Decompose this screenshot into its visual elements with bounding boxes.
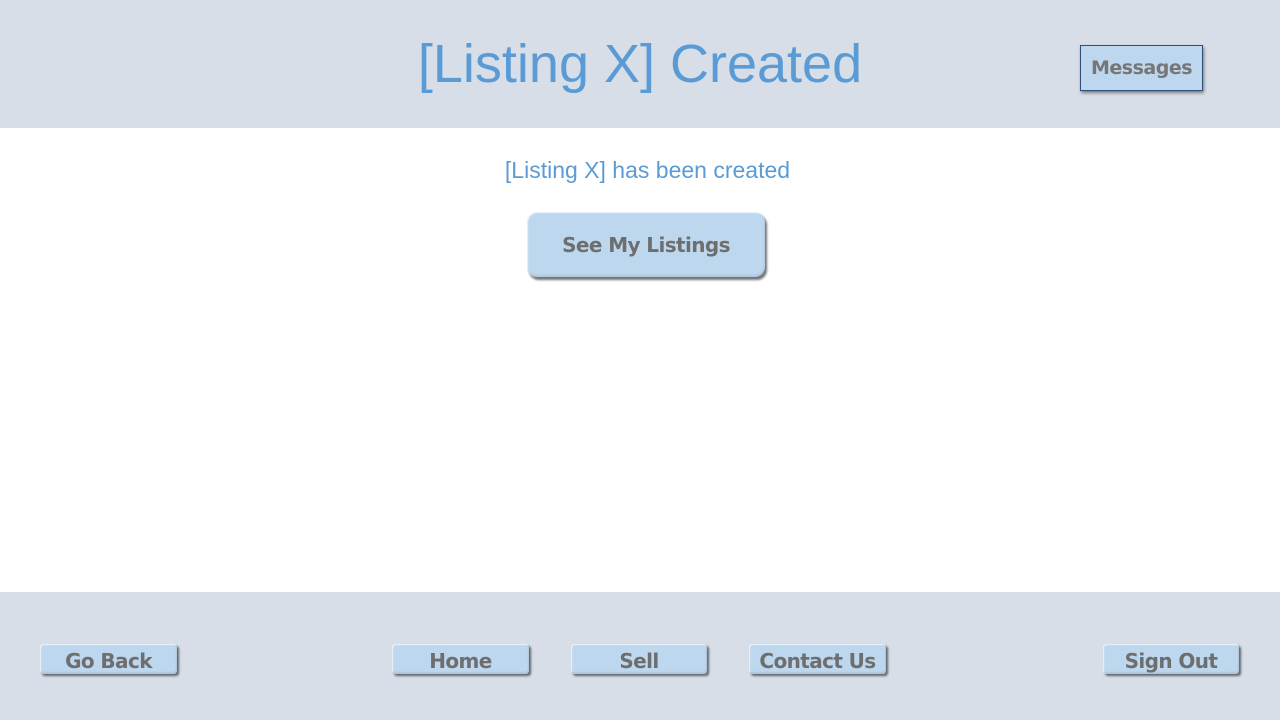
- header-bar: [Listing X] Created Messages: [0, 0, 1280, 128]
- home-button[interactable]: Home: [392, 644, 529, 674]
- see-my-listings-button[interactable]: See My Listings: [527, 212, 765, 277]
- confirmation-message: [Listing X] has been created: [504, 157, 791, 183]
- home-label: Home: [429, 648, 492, 673]
- sign-out-button[interactable]: Sign Out: [1103, 644, 1239, 674]
- sign-out-label: Sign Out: [1124, 648, 1218, 673]
- go-back-label: Go Back: [65, 648, 152, 673]
- messages-button-label: Messages: [1090, 57, 1193, 79]
- sell-label: Sell: [619, 648, 659, 673]
- messages-button[interactable]: Messages: [1080, 45, 1203, 91]
- sell-button[interactable]: Sell: [571, 644, 707, 674]
- contact-us-button[interactable]: Contact Us: [749, 644, 886, 674]
- page: [Listing X] Created Messages [Listing X]…: [0, 0, 1280, 720]
- see-my-listings-label: See My Listings: [562, 232, 730, 257]
- main-content: [Listing X] has been created See My List…: [0, 128, 1280, 592]
- footer-bar: Go Back Home Sell Contact Us Sign Out: [0, 592, 1280, 720]
- contact-us-label: Contact Us: [759, 648, 876, 673]
- go-back-button[interactable]: Go Back: [40, 644, 177, 674]
